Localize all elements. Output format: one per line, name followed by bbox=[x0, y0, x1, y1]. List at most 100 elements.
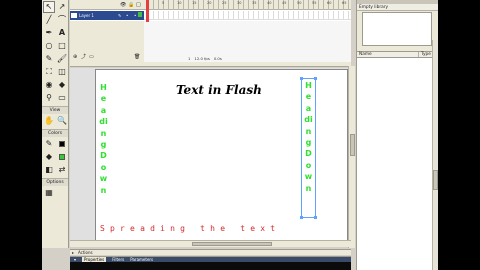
insert-folder-icon[interactable]: ▭ bbox=[89, 54, 94, 60]
black-white-icon[interactable]: ◧ bbox=[43, 164, 55, 176]
text-tool-icon[interactable]: A bbox=[56, 27, 68, 39]
snap-to-objects-icon[interactable]: ▦ bbox=[43, 187, 55, 199]
stage-canvas[interactable]: Text in Flash Heading Down Heading Down … bbox=[95, 69, 348, 244]
fill-color-swatch[interactable] bbox=[56, 151, 68, 163]
ruler-number: 20 bbox=[207, 1, 212, 5]
layer-row[interactable]: Layer 1 ✎ • • bbox=[70, 11, 144, 20]
oval-tool-icon[interactable]: ○ bbox=[43, 40, 55, 52]
layer-icon bbox=[71, 13, 77, 18]
zoom-tool-icon[interactable]: 🔍 bbox=[56, 115, 68, 127]
fill-color-icon[interactable]: ◆ bbox=[43, 151, 55, 163]
fill-transform-tool-icon[interactable]: ◫ bbox=[56, 66, 68, 78]
layer-frames[interactable] bbox=[144, 11, 351, 20]
library-scroll-thumb[interactable] bbox=[433, 170, 438, 190]
library-columns: Name Type bbox=[357, 51, 438, 58]
options-blank bbox=[56, 187, 68, 199]
ruler-number: 25 bbox=[222, 1, 227, 5]
selection-handle[interactable] bbox=[300, 77, 303, 80]
tools-colors-label: Colors bbox=[42, 129, 68, 137]
playhead[interactable] bbox=[146, 0, 149, 22]
actions-panel-bar[interactable]: ▸ Actions bbox=[70, 249, 351, 255]
library-col-type[interactable]: Type bbox=[419, 52, 431, 57]
timeline-panel: 👁 🔒 □ 510152025303540455055606570 Layer … bbox=[70, 0, 361, 62]
brush-tool-icon[interactable]: 🖌 bbox=[56, 53, 68, 65]
timeline-status: 1 12.0 fps 0.0s bbox=[188, 56, 222, 61]
pencil-icon: ✎ bbox=[118, 13, 122, 18]
ruler-number: 5 bbox=[162, 1, 165, 5]
selection-tool-icon[interactable]: ↖ bbox=[43, 1, 55, 13]
library-preview bbox=[362, 12, 432, 46]
ruler-number: 10 bbox=[177, 1, 182, 5]
free-transform-tool-icon[interactable]: ⛶ bbox=[43, 66, 55, 78]
visibility-dot-icon[interactable]: • bbox=[126, 11, 128, 20]
properties-panel-body bbox=[70, 262, 351, 270]
library-title: Empty library bbox=[357, 4, 438, 11]
pencil-tool-icon[interactable]: ✎ bbox=[43, 53, 55, 65]
swap-colors-icon[interactable]: ⇄ bbox=[56, 164, 68, 176]
lasso-tool-icon[interactable]: ⌒ bbox=[56, 14, 68, 26]
selection-handle[interactable] bbox=[300, 216, 303, 219]
stage-area: Text in Flash Heading Down Heading Down … bbox=[70, 68, 351, 247]
outline-icon[interactable]: □ bbox=[136, 2, 141, 8]
eyedropper-tool-icon[interactable]: ⚲ bbox=[43, 92, 55, 104]
edit-bar bbox=[70, 62, 351, 67]
stroke-color-swatch[interactable] bbox=[56, 138, 68, 150]
expand-arrow-icon: ▸ bbox=[72, 250, 75, 255]
title-text[interactable]: Text in Flash bbox=[176, 83, 262, 97]
ruler-number: 30 bbox=[237, 1, 242, 5]
letterbox-left bbox=[0, 0, 42, 270]
pen-tool-icon[interactable]: ✒ bbox=[43, 27, 55, 39]
outline-color-icon[interactable] bbox=[138, 12, 142, 17]
status-fps: 12.0 fps bbox=[194, 56, 210, 61]
lock-dot-icon[interactable]: • bbox=[134, 11, 136, 20]
line-tool-icon[interactable]: ╱ bbox=[43, 14, 55, 26]
library-list[interactable] bbox=[357, 58, 433, 270]
ink-bottle-tool-icon[interactable]: ◉ bbox=[43, 79, 55, 91]
horizontal-scroll-thumb[interactable] bbox=[192, 242, 272, 246]
eraser-tool-icon[interactable]: ▭ bbox=[56, 92, 68, 104]
selection-handle[interactable] bbox=[314, 216, 317, 219]
subselection-tool-icon[interactable]: ↗ bbox=[56, 1, 68, 13]
tools-options-label: Options bbox=[42, 178, 68, 186]
insert-layer-icon[interactable]: ⊕ bbox=[73, 54, 77, 60]
add-guide-icon[interactable]: ⤴ bbox=[81, 53, 86, 60]
ruler-number: 60 bbox=[327, 1, 332, 5]
stroke-color-icon[interactable]: ✎ bbox=[43, 138, 55, 150]
options-grid: ▦ bbox=[42, 186, 68, 199]
ruler-number: 15 bbox=[192, 1, 197, 5]
library-panel: Empty library Name Type bbox=[356, 0, 438, 270]
status-time: 0.0s bbox=[213, 56, 222, 61]
vertical-text-left[interactable]: Heading Down bbox=[99, 82, 108, 196]
library-col-name[interactable]: Name bbox=[357, 52, 419, 57]
tool-grid: ↖ ↗ ╱ ⌒ ✒ A ○ □ ✎ 🖌 ⛶ ◫ ◉ ◆ ⚲ ▭ bbox=[42, 0, 68, 104]
view-tool-grid: ✋ 🔍 bbox=[42, 114, 68, 127]
lock-icon[interactable]: 🔒 bbox=[128, 2, 134, 8]
ruler-number: 35 bbox=[252, 1, 257, 5]
eye-icon[interactable]: 👁 bbox=[120, 2, 126, 8]
ruler-number: 45 bbox=[282, 1, 287, 5]
tools-view-label: View bbox=[42, 106, 68, 114]
layer-list-empty: ⊕ ⤴ ▭ 🗑 bbox=[70, 21, 144, 62]
delete-layer-icon[interactable]: 🗑 bbox=[134, 54, 140, 60]
colors-grid: ✎ ◆ ◧ ⇄ bbox=[42, 137, 68, 176]
vertical-text-right[interactable]: Heading Down bbox=[304, 80, 313, 194]
paint-bucket-tool-icon[interactable]: ◆ bbox=[56, 79, 68, 91]
frames-empty-area bbox=[144, 21, 351, 62]
layer-name: Layer 1 bbox=[79, 13, 94, 18]
ruler-number: 55 bbox=[312, 1, 317, 5]
ruler-number: 65 bbox=[342, 1, 347, 5]
stage-vertical-scrollbar[interactable] bbox=[348, 66, 355, 248]
vertical-scroll-thumb[interactable] bbox=[350, 134, 355, 156]
actions-label: Actions bbox=[78, 250, 93, 255]
hand-tool-icon[interactable]: ✋ bbox=[43, 115, 55, 127]
spread-text[interactable]: Spreading the text bbox=[100, 224, 280, 233]
selection-handle[interactable] bbox=[314, 77, 317, 80]
stage-horizontal-scrollbar[interactable] bbox=[70, 240, 351, 247]
flash-app-window: ↖ ↗ ╱ ⌒ ✒ A ○ □ ✎ 🖌 ⛶ ◫ ◉ ◆ ⚲ ▭ View ✋ 🔍… bbox=[42, 0, 438, 270]
rectangle-tool-icon[interactable]: □ bbox=[56, 40, 68, 52]
tools-panel: ↖ ↗ ╱ ⌒ ✒ A ○ □ ✎ 🖌 ⛶ ◫ ◉ ◆ ⚲ ▭ View ✋ 🔍… bbox=[42, 0, 69, 248]
ruler-number: 40 bbox=[267, 1, 272, 5]
library-scrollbar[interactable] bbox=[432, 40, 438, 270]
frame-ruler[interactable]: 510152025303540455055606570 bbox=[144, 0, 361, 10]
status-frame: 1 bbox=[188, 56, 191, 61]
